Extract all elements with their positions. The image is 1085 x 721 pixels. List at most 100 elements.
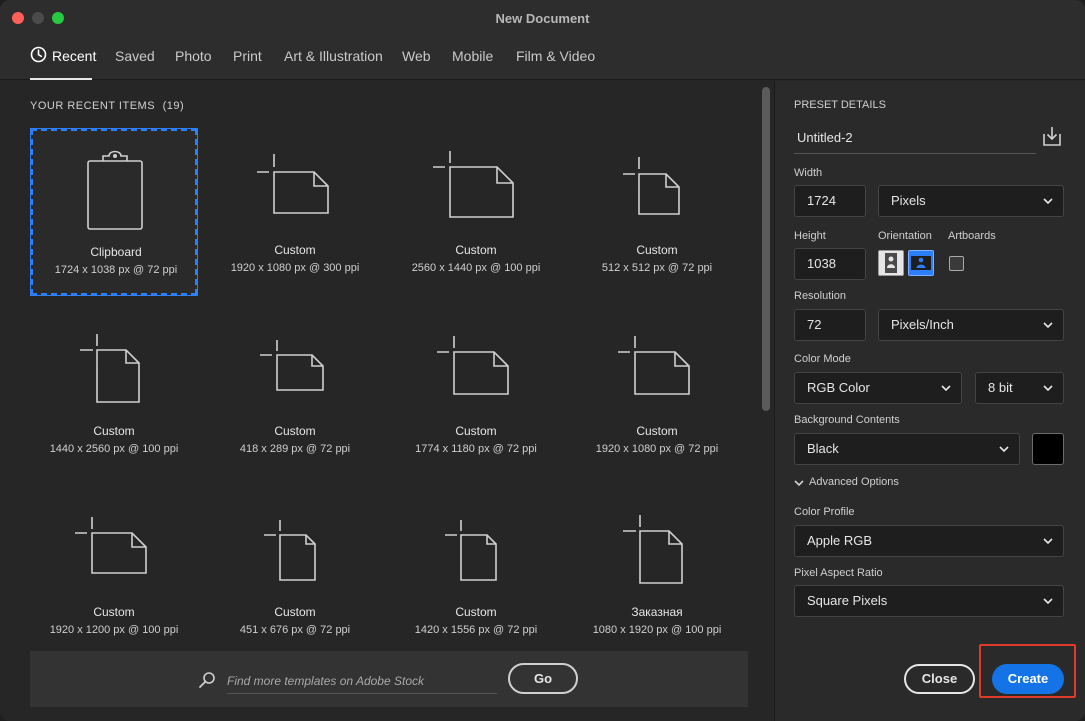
stock-search-input[interactable] (227, 668, 497, 694)
recent-item-name: Custom (455, 605, 497, 619)
chevron-down-icon (1043, 198, 1053, 205)
recent-item-tile[interactable]: Custom 1920 x 1200 px @ 100 ppi (31, 491, 197, 657)
tab-photo[interactable]: Photo (175, 48, 212, 64)
resolution-unit-value: Pixels/Inch (891, 317, 954, 332)
width-input[interactable]: 1724 (794, 185, 866, 217)
active-tab-indicator (30, 78, 92, 80)
recent-item-tile[interactable]: Заказная 1080 x 1920 px @ 100 ppi (574, 491, 740, 657)
width-unit-value: Pixels (891, 193, 926, 208)
recent-item-name: Custom (274, 243, 316, 257)
recent-item-tile[interactable]: Custom 1920 x 1080 px @ 72 ppi (574, 310, 740, 476)
recent-item-spec: 418 x 289 px @ 72 ppi (239, 443, 351, 455)
color-mode-value: RGB Color (807, 380, 870, 395)
chevron-down-icon (941, 385, 951, 392)
recent-item-tile[interactable]: Custom 418 x 289 px @ 72 ppi (212, 310, 378, 476)
recent-item-name: Custom (455, 243, 497, 257)
go-button[interactable]: Go (508, 663, 578, 694)
width-unit-select[interactable]: Pixels (878, 185, 1064, 217)
new-document-dialog: New Document Recent Saved Photo Print Ar… (0, 0, 1085, 721)
save-preset-icon[interactable] (1041, 125, 1063, 147)
recent-items-heading: YOUR RECENT ITEMS (19) (30, 100, 184, 112)
landscape-document-icon (75, 517, 147, 574)
portrait-document-icon (623, 515, 683, 584)
recent-item-name: Custom (455, 424, 497, 438)
pixel-aspect-ratio-label: Pixel Aspect Ratio (794, 567, 883, 579)
create-button-highlight (979, 644, 1076, 698)
portrait-document-icon (80, 334, 140, 403)
recent-item-tile[interactable]: Clipboard 1724 x 1038 px @ 72 ppi (30, 128, 198, 296)
recent-item-spec: 1420 x 1556 px @ 72 ppi (414, 624, 538, 636)
width-label: Width (794, 167, 823, 179)
color-profile-label: Color Profile (794, 506, 855, 518)
color-profile-value: Apple RGB (807, 533, 873, 548)
background-contents-label: Background Contents (794, 414, 900, 426)
recent-item-tile[interactable]: Custom 512 x 512 px @ 72 ppi (574, 129, 740, 295)
tab-mobile[interactable]: Mobile (452, 48, 493, 64)
bit-depth-select[interactable]: 8 bit (975, 372, 1064, 404)
document-name-field[interactable]: Untitled-2 (794, 124, 1036, 154)
chevron-down-icon (999, 446, 1009, 453)
tab-saved[interactable]: Saved (115, 48, 155, 64)
recent-items-scrollbar[interactable] (762, 87, 770, 411)
recent-item-spec: 1920 x 1200 px @ 100 ppi (49, 624, 179, 636)
bit-depth-value: 8 bit (988, 380, 1013, 395)
portrait-orientation-icon[interactable] (878, 250, 904, 276)
window-title: New Document (495, 11, 590, 26)
tab-film-video[interactable]: Film & Video (516, 48, 595, 64)
background-contents-select[interactable]: Black (794, 433, 1020, 465)
recent-item-tile[interactable]: Custom 1774 x 1180 px @ 72 ppi (393, 310, 559, 476)
search-icon (199, 672, 215, 688)
chevron-down-icon (1043, 385, 1053, 392)
recent-item-name: Custom (93, 605, 135, 619)
recent-item-spec: 1920 x 1080 px @ 300 ppi (230, 262, 360, 274)
orientation-label: Orientation (878, 230, 932, 242)
recent-item-name: Custom (93, 424, 135, 438)
height-label: Height (794, 230, 826, 242)
landscape-document-icon (437, 336, 509, 395)
category-tabs: Recent Saved Photo Print Art & Illustrat… (0, 36, 1085, 80)
close-button[interactable]: Close (904, 664, 975, 694)
background-color-swatch[interactable] (1032, 433, 1064, 465)
recent-item-name: Custom (274, 424, 316, 438)
artboards-label: Artboards (948, 230, 996, 242)
recent-item-tile[interactable]: Custom 1920 x 1080 px @ 300 ppi (212, 129, 378, 295)
resolution-label: Resolution (794, 290, 846, 302)
landscape-orientation-icon[interactable] (908, 250, 934, 276)
landscape-document-icon (433, 151, 514, 218)
tab-web[interactable]: Web (402, 48, 431, 64)
recent-item-spec: 512 x 512 px @ 72 ppi (601, 262, 713, 274)
recent-item-tile[interactable]: Custom 451 x 676 px @ 72 ppi (212, 491, 378, 657)
recent-item-spec: 451 x 676 px @ 72 ppi (239, 624, 351, 636)
advanced-options-toggle[interactable]: Advanced Options (809, 476, 899, 488)
recent-items-count: (19) (162, 100, 185, 112)
recent-item-name: Clipboard (90, 245, 142, 259)
resolution-unit-select[interactable]: Pixels/Inch (878, 309, 1064, 341)
resolution-input[interactable]: 72 (794, 309, 866, 341)
recent-item-spec: 1440 x 2560 px @ 100 ppi (49, 443, 179, 455)
artboards-checkbox[interactable] (949, 256, 964, 271)
landscape-document-icon (618, 336, 690, 395)
clock-icon (30, 46, 47, 63)
tab-art-illustration[interactable]: Art & Illustration (284, 48, 383, 64)
recent-item-tile[interactable]: Custom 2560 x 1440 px @ 100 ppi (393, 129, 559, 295)
recent-item-spec: 1920 x 1080 px @ 72 ppi (595, 443, 719, 455)
recent-item-name: Заказная (631, 605, 683, 619)
chevron-down-icon (1043, 598, 1053, 605)
chevron-down-icon[interactable] (794, 479, 804, 487)
recent-item-spec: 2560 x 1440 px @ 100 ppi (411, 262, 541, 274)
color-profile-select[interactable]: Apple RGB (794, 525, 1064, 557)
height-input[interactable]: 1038 (794, 248, 866, 280)
recent-item-tile[interactable]: Custom 1420 x 1556 px @ 72 ppi (393, 491, 559, 657)
recent-items-title: YOUR RECENT ITEMS (30, 100, 156, 112)
square-document-icon (623, 157, 680, 215)
landscape-document-icon (260, 340, 324, 391)
tab-recent[interactable]: Recent (52, 48, 96, 64)
pixel-aspect-ratio-value: Square Pixels (807, 593, 888, 608)
color-mode-select[interactable]: RGB Color (794, 372, 962, 404)
pixel-aspect-ratio-select[interactable]: Square Pixels (794, 585, 1064, 617)
tab-print[interactable]: Print (233, 48, 262, 64)
portrait-document-icon (445, 520, 497, 581)
recent-item-name: Custom (636, 243, 678, 257)
recent-item-spec: 1080 x 1920 px @ 100 ppi (592, 624, 722, 636)
recent-item-tile[interactable]: Custom 1440 x 2560 px @ 100 ppi (31, 310, 197, 476)
